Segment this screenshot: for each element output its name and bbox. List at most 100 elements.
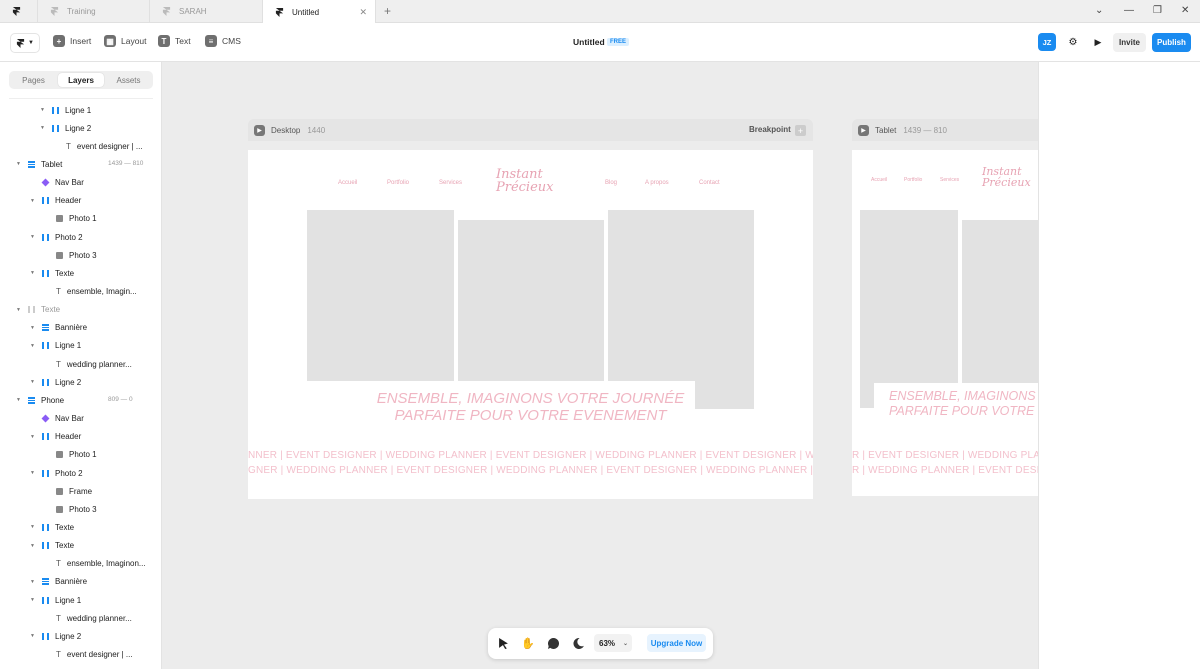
tab-untitled[interactable]: Untitled ✕ — [263, 0, 376, 24]
layer-row[interactable]: ▼ Photo 2 — [30, 230, 83, 244]
layer-row[interactable]: ▼ Ligne 1 — [30, 339, 81, 353]
preview-play-icon[interactable]: ▶ — [254, 124, 265, 136]
avatar[interactable]: JZ — [1038, 33, 1056, 51]
expand-caret-icon[interactable]: ▼ — [30, 579, 35, 585]
layer-row[interactable]: ▼ Bannière — [30, 321, 87, 335]
expand-caret-icon[interactable]: ▼ — [16, 307, 21, 313]
invite-button[interactable]: Invite — [1113, 33, 1146, 52]
layer-row[interactable]: Tensemble, Imaginon... — [56, 557, 146, 571]
layout-button[interactable]: ▦ Layout — [104, 35, 147, 47]
insert-button[interactable]: + Insert — [53, 35, 91, 47]
expand-caret-icon[interactable]: ▼ — [30, 379, 35, 385]
new-tab-icon[interactable]: + — [384, 4, 391, 18]
chevron-down-icon[interactable]: ⌄ — [1095, 5, 1103, 16]
layer-row[interactable]: ▼ Texte — [30, 266, 74, 280]
expand-caret-icon[interactable]: ▼ — [30, 325, 35, 331]
tab-pages[interactable]: Pages — [11, 73, 56, 87]
banner-line-2[interactable]: R | WEDDING PLANNER | EVENT DESIGNER | W… — [852, 465, 1038, 476]
banner-line-2[interactable]: GNER | WEDDING PLANNER | EVENT DESIGNER … — [248, 465, 813, 476]
layer-row[interactable]: ▼ Ligne 2 — [40, 121, 91, 135]
banner-line-1[interactable]: R | EVENT DESIGNER | WEDDING PLANNER | E… — [852, 450, 1038, 461]
cms-button[interactable]: ≡ CMS — [205, 35, 241, 47]
layer-row[interactable]: Photo 1 — [56, 448, 97, 462]
expand-caret-icon[interactable]: ▼ — [30, 270, 35, 276]
publish-button[interactable]: Publish — [1152, 33, 1191, 52]
expand-caret-icon[interactable]: ▼ — [30, 198, 35, 204]
layer-row[interactable]: ▼ Ligne 2 — [30, 629, 81, 643]
app-menu-tab[interactable] — [0, 0, 38, 23]
layer-row[interactable]: Photo 3 — [56, 502, 97, 516]
zoom-select[interactable]: 63% ⌄ — [594, 634, 632, 652]
expand-caret-icon[interactable]: ▼ — [30, 470, 35, 476]
layer-row[interactable]: ▼ Header — [30, 194, 81, 208]
nav-link-services[interactable]: Services — [439, 180, 462, 186]
expand-caret-icon[interactable]: ▼ — [40, 107, 45, 113]
project-title[interactable]: Untitled — [573, 37, 605, 47]
preview-play-icon[interactable]: ▶ — [858, 124, 869, 136]
restore-icon[interactable]: ❐ — [1153, 5, 1162, 16]
expand-caret-icon[interactable]: ▼ — [30, 434, 35, 440]
photo-3[interactable] — [608, 210, 754, 409]
expand-caret-icon[interactable]: ▼ — [30, 343, 35, 349]
layer-row[interactable]: ▼ Tablet — [16, 157, 62, 171]
nav-link-portfolio[interactable]: Portfolio — [904, 177, 922, 183]
layer-row[interactable]: ▼ Ligne 2 — [30, 375, 81, 389]
desktop-breakpoint-header[interactable]: ▶ Desktop 1440 — [248, 119, 813, 141]
photo-1[interactable] — [307, 210, 454, 381]
hero-text[interactable]: ENSEMBLE, IMAGINONS VOTRE JOURNÉE PARFAI… — [366, 381, 695, 433]
nav-link-accueil[interactable]: Accueil — [871, 177, 887, 183]
layer-row[interactable]: ▼ Photo 2 — [30, 466, 83, 480]
layer-row[interactable]: ▼ Texte — [30, 539, 74, 553]
tablet-frame[interactable]: Accueil Portfolio Services Instant Préci… — [852, 150, 1038, 496]
design-canvas[interactable]: ▶ Desktop 1440 Accueil Portfolio Service… — [162, 62, 1038, 669]
expand-caret-icon[interactable]: ▼ — [30, 524, 35, 530]
minimize-icon[interactable]: — — [1124, 5, 1134, 16]
nav-link-apropos[interactable]: A propos — [645, 180, 669, 186]
tab-sarah[interactable]: SARAH — [150, 0, 263, 23]
expand-caret-icon[interactable]: ▼ — [16, 161, 21, 167]
preview-play-icon[interactable]: ▶ — [1089, 33, 1107, 51]
settings-gear-icon[interactable]: ⚙ — [1064, 33, 1082, 51]
nav-link-contact[interactable]: Contact — [699, 180, 720, 186]
layer-row[interactable]: Twedding planner... — [56, 357, 132, 371]
layer-row[interactable]: Tensemble, Imagin... — [56, 285, 137, 299]
photo-1[interactable] — [860, 210, 958, 408]
expand-caret-icon[interactable]: ▼ — [30, 234, 35, 240]
layer-row[interactable]: Tevent designer | ... — [66, 139, 143, 153]
upgrade-now-button[interactable]: Upgrade Now — [647, 634, 706, 652]
hand-pan-icon[interactable]: ✋ — [521, 636, 535, 650]
comment-icon[interactable] — [546, 636, 560, 650]
photo-2[interactable] — [962, 220, 1038, 383]
tab-layers[interactable]: Layers — [58, 73, 104, 87]
layer-row[interactable]: ▼ Texte — [16, 303, 60, 317]
layer-row[interactable]: Nav Bar — [41, 412, 84, 426]
layer-row[interactable]: Twedding planner... — [56, 611, 132, 625]
layer-row[interactable]: ▼ Bannière — [30, 575, 87, 589]
add-breakpoint-icon[interactable]: + — [795, 125, 806, 136]
text-button[interactable]: T Text — [158, 35, 191, 47]
nav-link-portfolio[interactable]: Portfolio — [387, 180, 409, 186]
breakpoint-button[interactable]: Breakpoint — [749, 125, 791, 134]
layer-row[interactable]: Photo 1 — [56, 212, 97, 226]
nav-link-services[interactable]: Services — [940, 177, 959, 183]
close-window-icon[interactable]: ✕ — [1181, 5, 1189, 16]
hero-text[interactable]: ENSEMBLE, IMAGINONS V PARFAITE POUR VOTR… — [874, 383, 1038, 423]
layer-row[interactable]: Nav Bar — [41, 176, 84, 190]
tab-training[interactable]: Training — [38, 0, 150, 23]
close-tab-icon[interactable]: ✕ — [359, 7, 367, 18]
expand-caret-icon[interactable]: ▼ — [30, 633, 35, 639]
banner-line-1[interactable]: NNER | EVENT DESIGNER | WEDDING PLANNER … — [248, 450, 813, 461]
layer-row[interactable]: Photo 3 — [56, 248, 97, 262]
layer-row[interactable]: Tevent designer | ... — [56, 648, 133, 662]
layer-row[interactable]: ▼ Phone — [16, 393, 64, 407]
layer-row[interactable]: ▼ Header — [30, 430, 81, 444]
tablet-breakpoint-header[interactable]: ▶ Tablet 1439 — 810 — [852, 119, 1038, 141]
expand-caret-icon[interactable]: ▼ — [40, 125, 45, 131]
nav-link-accueil[interactable]: Accueil — [338, 180, 357, 186]
tab-assets[interactable]: Assets — [106, 73, 151, 87]
framer-menu-button[interactable]: ▼ — [10, 33, 40, 53]
layer-row[interactable]: ▼ Ligne 1 — [40, 103, 91, 117]
expand-caret-icon[interactable]: ▼ — [30, 543, 35, 549]
nav-link-blog[interactable]: Blog — [605, 180, 617, 186]
expand-caret-icon[interactable]: ▼ — [30, 597, 35, 603]
